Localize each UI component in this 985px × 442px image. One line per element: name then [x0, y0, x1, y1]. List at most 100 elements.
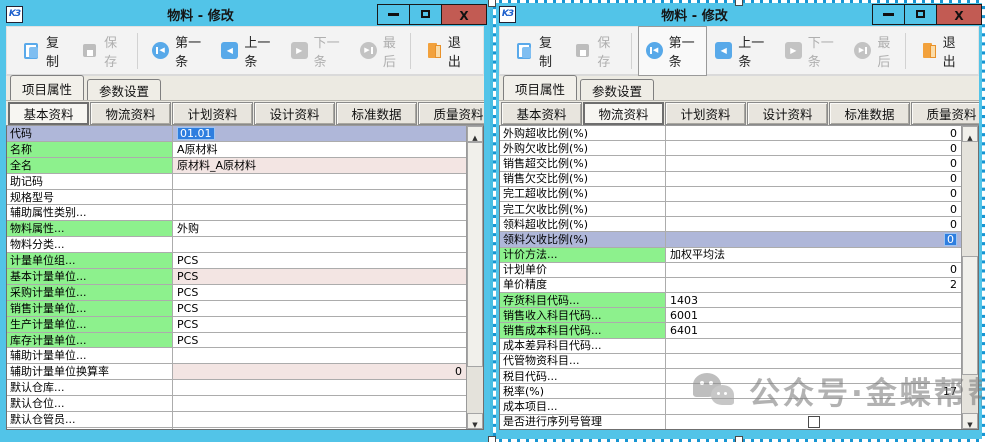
vertical-scrollbar[interactable] — [961, 126, 978, 429]
serial-number-checkbox[interactable] — [808, 416, 820, 428]
first-button[interactable]: 第一条 — [144, 26, 213, 76]
field-label[interactable]: 销售成本科目代码... — [500, 323, 666, 337]
field-value[interactable]: 0 — [666, 202, 961, 216]
field-value[interactable] — [173, 174, 466, 189]
copy-button[interactable]: 复制 — [15, 26, 73, 76]
scrollbar-thumb[interactable] — [467, 142, 483, 367]
field-label[interactable]: 销售计量单位... — [7, 301, 173, 316]
selection-handle[interactable] — [735, 0, 743, 6]
field-label[interactable]: 代码 — [7, 126, 173, 141]
prev-button[interactable]: 上一条 — [213, 26, 282, 76]
field-label[interactable]: 全名 — [7, 158, 173, 173]
field-label[interactable]: 税率(%) — [500, 384, 666, 398]
field-value[interactable]: 0 — [666, 126, 961, 140]
field-value[interactable]: 0 — [666, 172, 961, 186]
field-value[interactable]: 0 — [666, 217, 961, 231]
scroll-down-button[interactable] — [962, 413, 978, 429]
field-label[interactable]: 代管物资科目... — [500, 354, 666, 368]
field-label[interactable]: 库存计量单位... — [7, 333, 173, 348]
field-value[interactable]: 0 — [666, 156, 961, 170]
field-value[interactable] — [666, 354, 961, 368]
field-label[interactable]: 基本计量单位... — [7, 269, 173, 284]
field-value[interactable]: PCS — [173, 269, 466, 284]
field-value[interactable]: 0 — [173, 364, 466, 379]
field-label[interactable]: 是否进行序列号管理 — [500, 415, 666, 429]
selection-handle[interactable] — [488, 436, 496, 442]
field-label[interactable]: 税目代码... — [500, 369, 666, 383]
field-value[interactable]: 0 — [666, 232, 961, 246]
field-label[interactable]: 助记码 — [7, 174, 173, 189]
field-value[interactable]: 2 — [666, 278, 961, 292]
titlebar[interactable]: 物料 - 修改 — [0, 0, 490, 26]
field-label[interactable]: 完工欠收比例(%) — [500, 202, 666, 216]
first-button[interactable]: 第一条 — [638, 26, 708, 76]
maximize-button[interactable] — [904, 4, 937, 25]
field-label[interactable]: 计划单价 — [500, 263, 666, 277]
field-label[interactable]: 完工超收比例(%) — [500, 187, 666, 201]
field-value[interactable]: 1403 — [666, 293, 961, 307]
field-value[interactable]: 0 — [666, 187, 961, 201]
subtab-quality[interactable]: 质量资料 — [911, 102, 979, 125]
tab-project-properties[interactable]: 项目属性 — [503, 75, 577, 100]
copy-button[interactable]: 复制 — [508, 26, 566, 76]
maximize-button[interactable] — [409, 4, 442, 25]
subtab-planning[interactable]: 计划资料 — [665, 102, 746, 125]
field-value[interactable]: 6401 — [666, 323, 961, 337]
field-label[interactable]: 销售超交比例(%) — [500, 156, 666, 170]
field-label[interactable]: 成本差异科目代码... — [500, 339, 666, 353]
prev-button[interactable]: 上一条 — [707, 26, 777, 76]
field-label[interactable]: 默认仓库... — [7, 380, 173, 395]
scroll-down-button[interactable] — [467, 413, 483, 429]
field-label[interactable]: 辅助计量单位... — [7, 348, 173, 363]
field-value[interactable]: 6001 — [666, 308, 961, 322]
field-value[interactable]: 原材料_A原材料 — [173, 158, 466, 173]
subtab-design[interactable]: 设计资料 — [747, 102, 828, 125]
selection-handle[interactable] — [488, 0, 496, 7]
scroll-up-button[interactable] — [962, 126, 978, 142]
field-value[interactable] — [173, 237, 466, 252]
close-button[interactable] — [936, 4, 982, 25]
field-value[interactable] — [666, 369, 961, 383]
field-label[interactable]: 计价方法... — [500, 248, 666, 262]
field-value[interactable]: 17 — [666, 384, 961, 398]
subtab-standard-data[interactable]: 标准数据 — [336, 102, 417, 125]
field-label[interactable]: 默认仓管员... — [7, 412, 173, 427]
field-value[interactable]: 外购 — [173, 221, 466, 236]
field-value[interactable]: PCS — [173, 253, 466, 268]
field-label[interactable]: 名称 — [7, 142, 173, 157]
field-value[interactable] — [666, 339, 961, 353]
field-value[interactable]: 01.01 — [173, 126, 466, 141]
scroll-up-button[interactable] — [467, 126, 483, 142]
exit-button[interactable]: 退出 — [417, 26, 475, 76]
minimize-button[interactable] — [872, 4, 905, 25]
close-button[interactable] — [441, 4, 487, 25]
subtab-logistics[interactable]: 物流资料 — [90, 102, 171, 125]
field-label[interactable]: 成本项目... — [500, 399, 666, 413]
scrollbar-track[interactable] — [962, 142, 978, 413]
field-label[interactable]: 物料属性... — [7, 221, 173, 236]
field-label[interactable]: 规格型号 — [7, 190, 173, 205]
field-label[interactable]: 单价精度 — [500, 278, 666, 292]
field-label[interactable]: 物料分类... — [7, 237, 173, 252]
field-value[interactable] — [173, 380, 466, 395]
tab-project-properties[interactable]: 项目属性 — [10, 75, 84, 100]
field-label[interactable]: 计量单位组... — [7, 253, 173, 268]
field-value[interactable] — [173, 348, 466, 363]
field-label[interactable]: 默认仓位... — [7, 396, 173, 411]
field-label[interactable]: 辅助计量单位换算率 — [7, 364, 173, 379]
field-value[interactable] — [666, 399, 961, 413]
minimize-button[interactable] — [377, 4, 410, 25]
field-label[interactable]: 外购欠收比例(%) — [500, 141, 666, 155]
field-label[interactable]: 领料超收比例(%) — [500, 217, 666, 231]
field-label[interactable]: 销售欠交比例(%) — [500, 172, 666, 186]
scrollbar-track[interactable] — [467, 142, 483, 413]
field-value[interactable] — [173, 190, 466, 205]
subtab-standard-data[interactable]: 标准数据 — [829, 102, 910, 125]
tab-parameter-settings[interactable]: 参数设置 — [580, 79, 654, 100]
field-value[interactable]: PCS — [173, 317, 466, 332]
subtab-design[interactable]: 设计资料 — [254, 102, 335, 125]
field-value[interactable] — [173, 205, 466, 220]
scrollbar-thumb[interactable] — [962, 256, 978, 375]
subtab-basic-info[interactable]: 基本资料 — [501, 102, 582, 125]
field-label[interactable]: 来源 — [7, 428, 173, 429]
